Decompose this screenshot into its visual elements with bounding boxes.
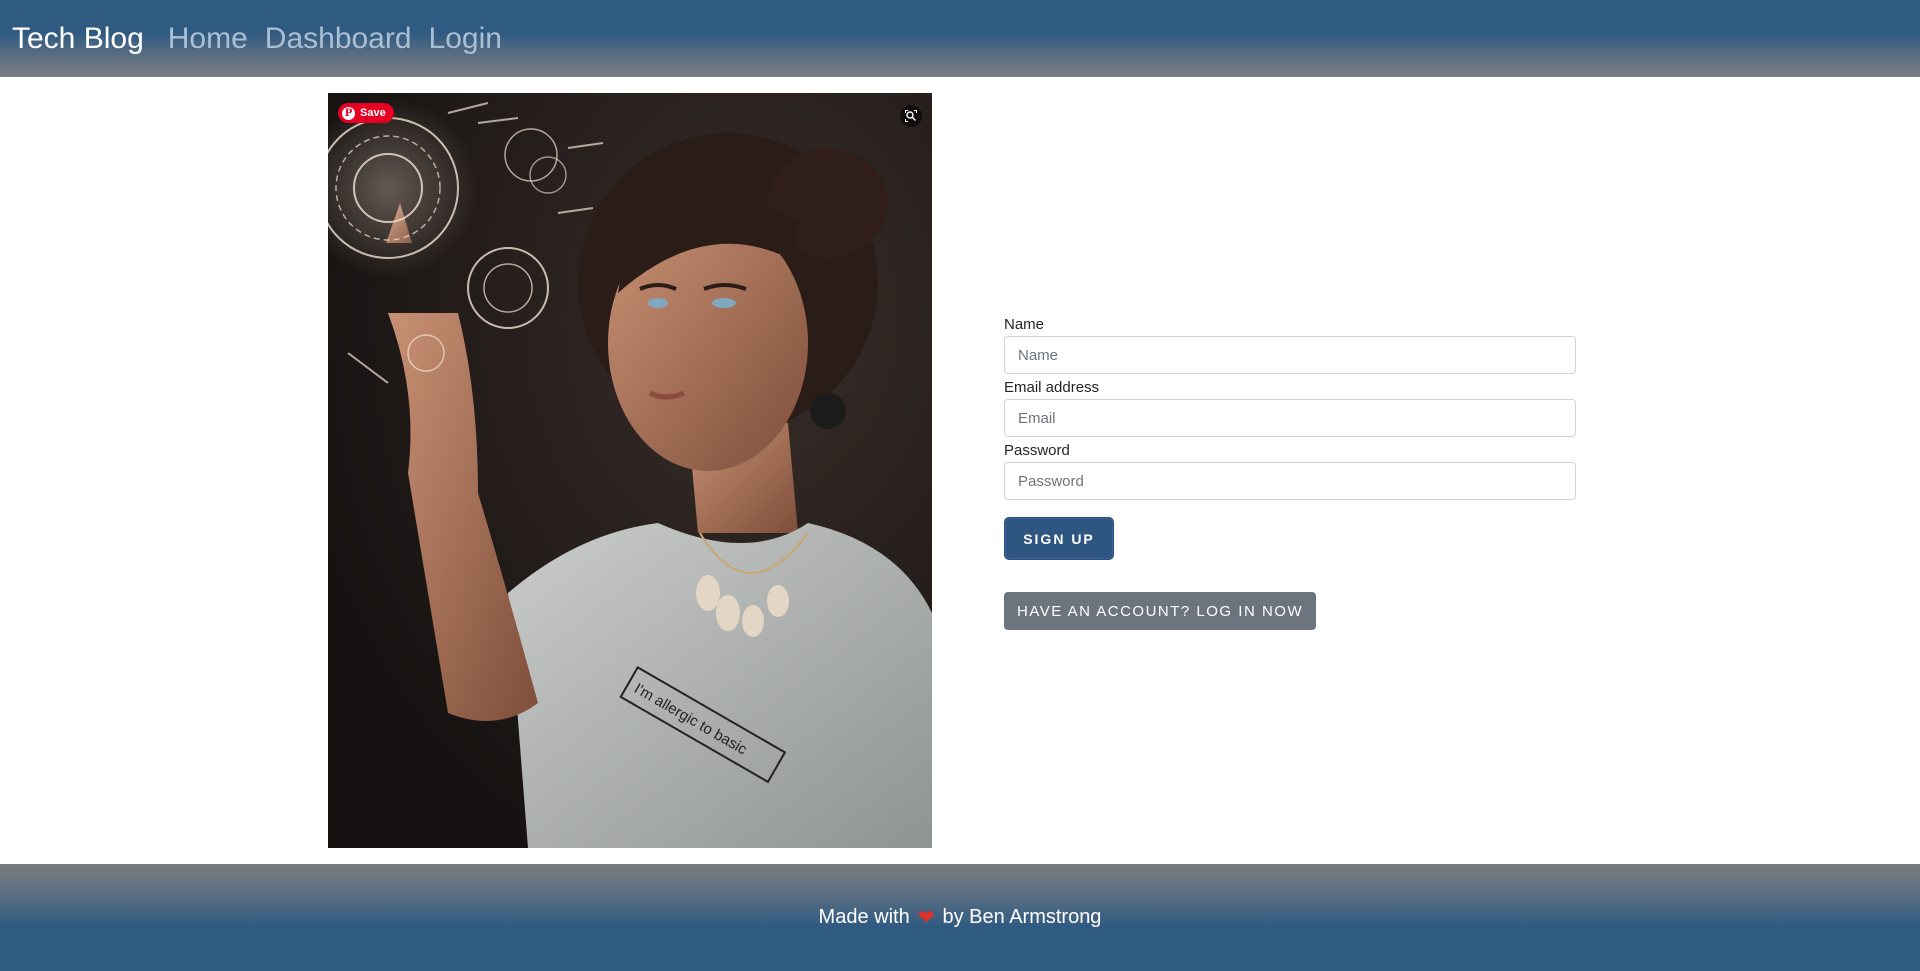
password-label: Password [1004,442,1070,459]
footer-author: by Ben Armstrong [942,906,1102,928]
hero-illustration: I'm allergic to basic [328,93,932,848]
footer-made-with: Made with [818,906,910,928]
hero-image: I'm allergic to basic P Save [328,93,932,848]
signup-form: Name Email address Password SIGN UP HAVE… [1004,316,1576,630]
footer: Made with ❤ by Ben Armstrong [0,864,1920,971]
name-input[interactable] [1004,336,1576,374]
email-label: Email address [1004,379,1100,396]
brand-title[interactable]: Tech Blog [12,22,144,56]
nav-link-login[interactable]: Login [429,22,502,56]
visual-search-button[interactable] [900,105,922,127]
visual-search-icon [905,110,917,122]
nav-link-home[interactable]: Home [168,22,248,56]
login-now-button[interactable]: HAVE AN ACCOUNT? LOG IN NOW [1004,592,1317,630]
pinterest-save-button[interactable]: P Save [338,103,394,123]
nav-link-dashboard[interactable]: Dashboard [265,22,412,56]
pinterest-icon: P [342,106,355,120]
pinterest-save-label: Save [360,107,386,119]
heart-icon: ❤ [917,907,935,929]
password-input[interactable] [1004,462,1576,500]
navbar: Tech Blog Home Dashboard Login [0,0,1920,77]
email-input[interactable] [1004,399,1576,437]
name-label: Name [1004,316,1045,333]
signup-button[interactable]: SIGN UP [1004,517,1114,560]
